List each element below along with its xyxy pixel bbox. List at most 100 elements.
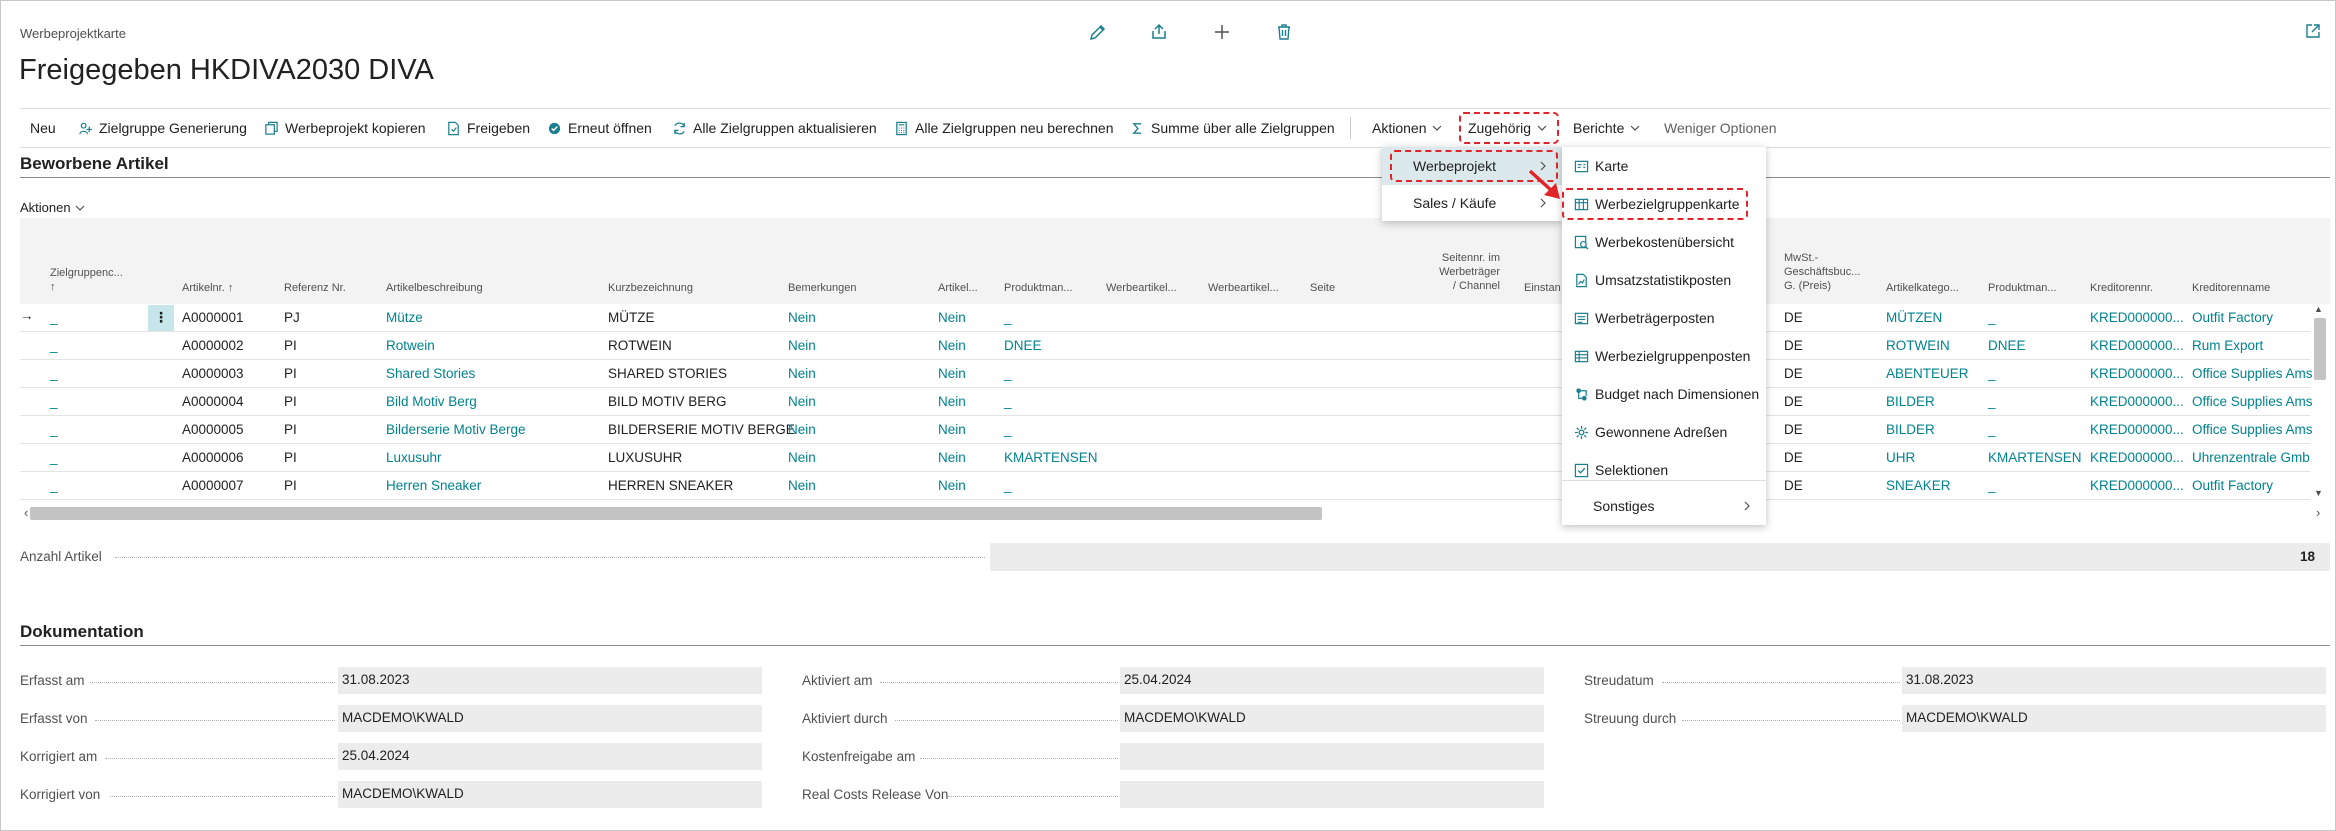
col-werbeartikel-1[interactable]: Werbeartikel...: [1106, 281, 1177, 295]
col-artikelbeschreibung[interactable]: Artikelbeschreibung: [386, 281, 483, 295]
cell-kreditorenname[interactable]: Office Supplies Ams: [2192, 394, 2313, 409]
cell-kreditorenname[interactable]: Office Supplies Ams: [2192, 422, 2313, 437]
cell-produktmanager[interactable]: _: [1004, 394, 1012, 409]
cell-kreditorennr[interactable]: KRED000000...: [2090, 366, 2184, 381]
cell-artikelkategorie[interactable]: ABENTEUER: [1886, 366, 1969, 381]
cell-artikelkategorie[interactable]: BILDER: [1886, 422, 1935, 437]
table-row[interactable]: _ A0000007 PI Herren Sneaker HERREN SNEAKER N…: [20, 472, 2310, 500]
lines-section-title[interactable]: Beworbene Artikel: [20, 154, 169, 174]
cell-produktmanager-2[interactable]: _: [1988, 310, 1996, 325]
cell-bemerkungen[interactable]: Nein: [788, 478, 816, 493]
cell-produktmanager[interactable]: _: [1004, 422, 1012, 437]
col-artikelnr[interactable]: Artikelnr. ↑: [182, 281, 233, 295]
cell-artikelkategorie[interactable]: MÜTZEN: [1886, 310, 1942, 325]
cell-artikel[interactable]: Nein: [938, 338, 966, 353]
col-produktmanager-2[interactable]: Produktman...: [1988, 281, 2056, 295]
cell-produktmanager[interactable]: _: [1004, 478, 1012, 493]
table-row[interactable]: → ⋮ _ A0000001 PJ Mütze MÜTZE Nein Nein _ DE MÜTZEN…: [20, 304, 2310, 332]
col-zielgruppe[interactable]: Zielgruppenc... ↑: [50, 266, 123, 294]
table-row[interactable]: _ A0000005 PI Bilderserie Motiv Berge BILDER…: [20, 416, 2313, 444]
vertical-scrollbar-thumb[interactable]: [2314, 318, 2326, 380]
cell-artikelbeschreibung[interactable]: Shared Stories: [386, 366, 475, 381]
cell-artikelbeschreibung[interactable]: Bilderserie Motiv Berge: [386, 422, 526, 437]
aktionen-menu-button[interactable]: Aktionen: [1372, 109, 1442, 147]
cell-artikelbeschreibung[interactable]: Luxusuhr: [386, 450, 442, 465]
lines-actions-button[interactable]: Aktionen: [20, 200, 85, 215]
berichte-menu-button[interactable]: Berichte: [1573, 109, 1640, 147]
col-kreditorennr[interactable]: Kreditorennr.: [2090, 281, 2153, 295]
cell-produktmanager[interactable]: _: [1004, 366, 1012, 381]
weniger-optionen-button[interactable]: Weniger Optionen: [1664, 109, 1777, 147]
cell-bemerkungen[interactable]: Nein: [788, 422, 816, 437]
scroll-right-arrow[interactable]: ›: [2316, 505, 2320, 520]
cell-kreditorenname[interactable]: Outfit Factory: [2192, 478, 2273, 493]
menu-item-gewonnene-adressen[interactable]: Gewonnene Adreßen: [1562, 413, 1766, 451]
erneut-oeffnen-button[interactable]: Erneut öffnen: [547, 109, 652, 147]
table-row[interactable]: _ A0000002 PI Rotwein ROTWEIN Nein Nein DNEE DE R…: [20, 332, 2310, 360]
cell-kreditorennr[interactable]: KRED000000...: [2090, 422, 2184, 437]
table-row[interactable]: _ A0000003 PI Shared Stories SHARED STORIES N…: [20, 360, 2313, 388]
zielgruppe-generierung-button[interactable]: Zielgruppe Generierung: [78, 109, 247, 147]
scroll-up-arrow[interactable]: ▲: [2314, 304, 2323, 314]
neu-button[interactable]: Neu: [30, 109, 56, 147]
cell-produktmanager-2[interactable]: DNEE: [1988, 338, 2026, 353]
menu-item-selektionen[interactable]: Selektionen: [1562, 451, 1766, 489]
col-kurzbezeichnung[interactable]: Kurzbezeichnung: [608, 281, 693, 295]
cell-kreditorenname[interactable]: Outfit Factory: [2192, 310, 2273, 325]
menu-item-karte[interactable]: Karte: [1562, 147, 1766, 185]
cell-kreditorennr[interactable]: KRED000000...: [2090, 394, 2184, 409]
menu-item-sonstiges[interactable]: Sonstiges: [1562, 487, 1766, 525]
summe-ueber-alle-zielgruppen-button[interactable]: Summe über alle Zielgruppen: [1130, 109, 1335, 147]
table-row[interactable]: _ A0000006 PI Luxusuhr LUXUSUHR Nein Nein KMART…: [20, 444, 2310, 472]
cell-zielgruppe[interactable]: _: [50, 338, 58, 353]
cell-produktmanager-2[interactable]: _: [1988, 478, 1996, 493]
cell-artikel[interactable]: Nein: [938, 478, 966, 493]
cell-artikel[interactable]: Nein: [938, 310, 966, 325]
cell-zielgruppe[interactable]: _: [50, 394, 58, 409]
scroll-left-arrow[interactable]: ‹: [24, 505, 28, 520]
freigeben-button[interactable]: Freigeben: [446, 109, 530, 147]
cell-produktmanager[interactable]: _: [1004, 310, 1012, 325]
table-row[interactable]: _ A0000004 PI Bild Motiv Berg BILD MOTIV BER…: [20, 388, 2313, 416]
cell-bemerkungen[interactable]: Nein: [788, 450, 816, 465]
cell-artikelkategorie[interactable]: SNEAKER: [1886, 478, 1951, 493]
col-werbeartikel-2[interactable]: Werbeartikel...: [1208, 281, 1279, 295]
menu-item-werbetraegerposten[interactable]: Werbeträgerposten: [1562, 299, 1766, 337]
cell-zielgruppe[interactable]: _: [50, 366, 58, 381]
cell-kreditorennr[interactable]: KRED000000...: [2090, 310, 2184, 325]
cell-kreditorenname[interactable]: Uhrenzentrale Gmb: [2192, 450, 2310, 465]
documentation-section-title[interactable]: Dokumentation: [20, 622, 144, 642]
cell-produktmanager-2[interactable]: _: [1988, 394, 1996, 409]
col-mwst[interactable]: MwSt.- Geschäftsbuc... G. (Preis): [1784, 251, 1860, 293]
werbeprojekt-kopieren-button[interactable]: Werbeprojekt kopieren: [264, 109, 426, 147]
cell-artikelkategorie[interactable]: UHR: [1886, 450, 1915, 465]
cell-produktmanager-2[interactable]: _: [1988, 422, 1996, 437]
col-kreditorenname[interactable]: Kreditorenname: [2192, 281, 2270, 295]
cell-bemerkungen[interactable]: Nein: [788, 338, 816, 353]
menu-item-werbekostenuebersicht[interactable]: Werbekostenübersicht: [1562, 223, 1766, 261]
cell-kreditorenname[interactable]: Rum Export: [2192, 338, 2263, 353]
cell-zielgruppe[interactable]: _: [50, 310, 58, 325]
cell-produktmanager-2[interactable]: _: [1988, 366, 1996, 381]
cell-kreditorennr[interactable]: KRED000000...: [2090, 338, 2184, 353]
cell-artikelbeschreibung[interactable]: Bild Motiv Berg: [386, 394, 477, 409]
menu-item-umsatzstatistikposten[interactable]: Umsatzstatistikposten: [1562, 261, 1766, 299]
menu-item-werbezielgruppenposten[interactable]: Werbezielgruppenposten: [1562, 337, 1766, 375]
cell-produktmanager[interactable]: DNEE: [1004, 338, 1042, 353]
col-seite[interactable]: Seite: [1310, 281, 1335, 295]
col-bemerkungen[interactable]: Bemerkungen: [788, 281, 857, 295]
cell-bemerkungen[interactable]: Nein: [788, 310, 816, 325]
col-artikelkategorie[interactable]: Artikelkatego...: [1886, 281, 1959, 295]
cell-artikelbeschreibung[interactable]: Herren Sneaker: [386, 478, 481, 493]
cell-produktmanager[interactable]: KMARTENSEN: [1004, 450, 1098, 465]
cell-zielgruppe[interactable]: _: [50, 450, 58, 465]
horizontal-scrollbar-thumb[interactable]: [30, 507, 1322, 520]
col-artikel[interactable]: Artikel...: [938, 281, 978, 295]
open-new-window-icon[interactable]: [2304, 22, 2322, 40]
cell-artikel[interactable]: Nein: [938, 394, 966, 409]
cell-zielgruppe[interactable]: _: [50, 422, 58, 437]
cell-produktmanager-2[interactable]: KMARTENSEN: [1988, 450, 2082, 465]
col-referenz[interactable]: Referenz Nr.: [284, 281, 346, 295]
cell-artikel[interactable]: Nein: [938, 422, 966, 437]
cell-artikel[interactable]: Nein: [938, 450, 966, 465]
